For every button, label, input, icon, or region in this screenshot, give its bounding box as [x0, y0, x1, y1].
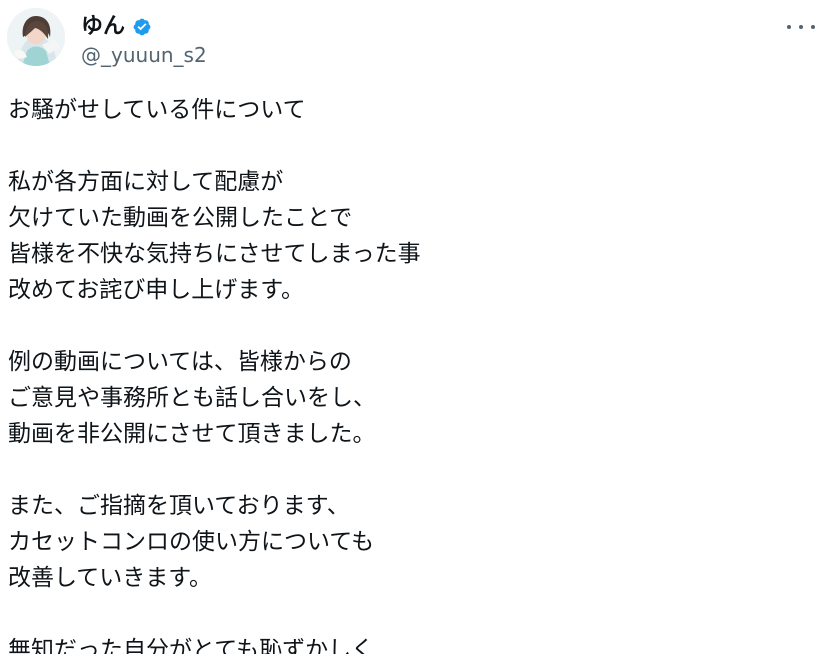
more-dot	[799, 25, 803, 29]
display-name[interactable]: ゆん	[81, 14, 125, 40]
more-dot	[787, 25, 791, 29]
verified-badge-icon	[130, 15, 154, 39]
tweet-header: ゆん @_yuuun_s2	[7, 8, 821, 72]
tweet-line: お騒がせしている件について	[8, 97, 306, 123]
tweet-line: 例の動画については、皆様からの	[8, 349, 352, 375]
tweet-line-truncated: 無知だった自分がとても恥ずかしく	[8, 637, 375, 654]
user-handle[interactable]: @_yuuun_s2	[81, 43, 207, 67]
tweet-line: 動画を非公開にさせて頂きました。	[8, 421, 376, 447]
tweet-line: 欠けていた動画を公開したことで	[8, 205, 353, 231]
tweet-line: ご意見や事務所とも話し合いをし、	[8, 385, 376, 411]
profile-avatar-icon	[7, 8, 65, 66]
avatar[interactable]	[7, 8, 65, 66]
tweet-line: カセットコンロの使い方についても	[8, 529, 375, 555]
tweet-line: また、ご指摘を頂いております、	[8, 493, 350, 519]
tweet-line: 改めてお詫び申し上げます。	[8, 277, 305, 303]
name-row: ゆん	[81, 13, 154, 41]
more-dot	[811, 25, 815, 29]
tweet-line: 改善していきます。	[8, 565, 213, 591]
tweet-line: 私が各方面に対して配慮が	[8, 169, 284, 195]
tweet-card: ゆん @_yuuun_s2 お騒がせしている件について 私が各方面に対して配慮が…	[0, 0, 828, 654]
tweet-line: 皆様を不快な気持ちにさせてしまった事	[8, 241, 421, 267]
tweet-text: お騒がせしている件について 私が各方面に対して配慮が 欠けていた動画を公開したこ…	[8, 92, 818, 654]
more-options-icon[interactable]	[787, 17, 815, 37]
